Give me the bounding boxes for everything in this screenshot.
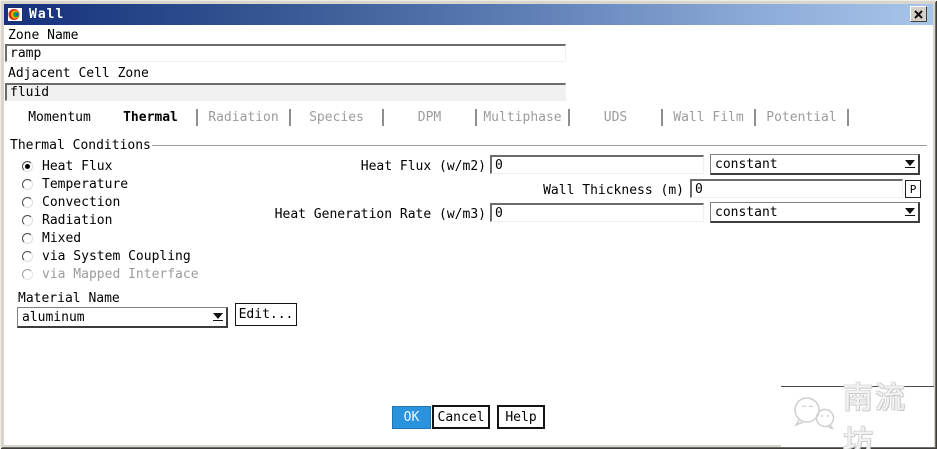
chat-bubbles-icon bbox=[789, 394, 839, 440]
adjacent-cell-zone-label: Adjacent Cell Zone bbox=[8, 66, 149, 81]
wall-boundary-dialog: Wall Zone Name Adjacent Cell Zone Moment… bbox=[0, 0, 937, 449]
fluent-logo-icon bbox=[7, 6, 23, 23]
watermark: 南流坊 bbox=[781, 381, 934, 449]
tab-potential: Potential bbox=[766, 109, 837, 125]
help-button[interactable]: Help bbox=[497, 405, 545, 429]
heat-flux-label: Heat Flux (w/m2) bbox=[360, 159, 486, 174]
radio-unselected-icon bbox=[22, 214, 33, 226]
wall-thickness-input[interactable] bbox=[690, 179, 903, 198]
group-divider bbox=[152, 145, 927, 147]
window-title: Wall bbox=[29, 7, 65, 22]
watermark-text: 南流坊 bbox=[843, 381, 907, 449]
radio-label: Mixed bbox=[42, 230, 82, 246]
tab-radiation: Radiation bbox=[208, 109, 279, 125]
adjacent-cell-zone-field bbox=[5, 83, 566, 101]
caret-down-icon bbox=[210, 313, 226, 321]
radio-label: Radiation bbox=[42, 212, 113, 228]
dropdown-value: constant bbox=[715, 204, 778, 220]
radio-disabled-icon bbox=[22, 268, 33, 280]
tab-separator bbox=[847, 108, 849, 126]
radio-selected-icon bbox=[22, 160, 33, 172]
radio-unselected-icon bbox=[22, 196, 33, 208]
cancel-button[interactable]: Cancel bbox=[432, 405, 490, 429]
radio-label: Convection bbox=[42, 194, 121, 210]
radio-unselected-icon bbox=[22, 232, 33, 244]
dropdown-value: constant bbox=[715, 156, 778, 172]
caret-down-icon bbox=[902, 208, 918, 216]
tab-uds: UDS bbox=[603, 109, 628, 125]
radio-label: Temperature bbox=[42, 176, 129, 192]
tab-species: Species bbox=[309, 109, 364, 125]
tab-bar: Momentum Thermal Radiation Species DPM M… bbox=[14, 107, 849, 127]
material-name-dropdown[interactable]: aluminum bbox=[17, 307, 228, 328]
titlebar: Wall bbox=[4, 4, 933, 25]
heat-generation-rate-input[interactable] bbox=[490, 203, 704, 222]
radio-temperature[interactable]: Temperature bbox=[22, 175, 128, 193]
radio-label: Heat Flux bbox=[42, 158, 113, 174]
wall-thickness-profile-button[interactable]: P bbox=[905, 180, 921, 198]
wall-thickness-label: Wall Thickness (m) bbox=[543, 183, 684, 198]
heat-flux-profile-dropdown[interactable]: constant bbox=[710, 154, 920, 175]
thermal-conditions-group-label: Thermal Conditions bbox=[10, 138, 151, 153]
zone-name-input[interactable] bbox=[5, 44, 566, 62]
heat-flux-input[interactable] bbox=[490, 155, 704, 174]
edit-material-button[interactable]: Edit... bbox=[235, 303, 297, 326]
close-x-icon bbox=[914, 7, 923, 22]
radio-label: via Mapped Interface bbox=[42, 266, 199, 282]
radio-unselected-icon bbox=[22, 250, 33, 262]
radio-mixed[interactable]: Mixed bbox=[22, 229, 81, 247]
tab-momentum[interactable]: Momentum bbox=[14, 110, 105, 125]
heat-generation-rate-label: Heat Generation Rate (w/m3) bbox=[274, 207, 486, 222]
tab-wall-film: Wall Film bbox=[673, 109, 744, 125]
heat-generation-profile-dropdown[interactable]: constant bbox=[710, 202, 920, 223]
radio-radiation[interactable]: Radiation bbox=[22, 211, 112, 229]
caret-down-icon bbox=[902, 160, 918, 168]
radio-convection[interactable]: Convection bbox=[22, 193, 120, 211]
radio-label: via System Coupling bbox=[42, 248, 191, 264]
radio-unselected-icon bbox=[22, 178, 33, 190]
material-name-label: Material Name bbox=[18, 291, 120, 306]
tab-thermal[interactable]: Thermal bbox=[105, 110, 196, 125]
radio-heat-flux[interactable]: Heat Flux bbox=[22, 157, 112, 175]
radio-via-system-coupling[interactable]: via System Coupling bbox=[22, 247, 191, 265]
close-button[interactable] bbox=[910, 6, 927, 22]
ok-button[interactable]: OK bbox=[392, 406, 431, 429]
tab-dpm: DPM bbox=[417, 109, 442, 125]
tab-multiphase: Multiphase bbox=[483, 109, 562, 125]
zone-name-label: Zone Name bbox=[8, 28, 79, 43]
dropdown-value: aluminum bbox=[22, 309, 85, 325]
radio-via-mapped-interface: via Mapped Interface bbox=[22, 265, 199, 283]
